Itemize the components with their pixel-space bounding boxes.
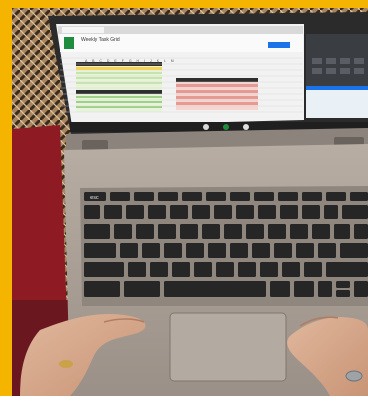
- laptop-photo: esc: [0, 0, 368, 403]
- sheet-title: Weekly Task Grid: [81, 37, 120, 43]
- ring-right-icon: [345, 370, 363, 382]
- gold-border-left: [0, 0, 12, 403]
- sheet-column-letters: A B C D E F G H I J K L M: [85, 59, 176, 63]
- gold-border-top: [0, 0, 368, 8]
- white-border-bottom: [0, 396, 368, 403]
- photo-frame: esc Weekly Task Grid A B C D E F G H I J…: [0, 0, 368, 403]
- keyboard: [84, 192, 368, 297]
- trackpad: [169, 312, 287, 382]
- sheets-logo-icon: [64, 37, 74, 49]
- ring-left-icon: [59, 360, 73, 368]
- key-esc: esc: [90, 195, 99, 201]
- space-bar: [164, 281, 266, 297]
